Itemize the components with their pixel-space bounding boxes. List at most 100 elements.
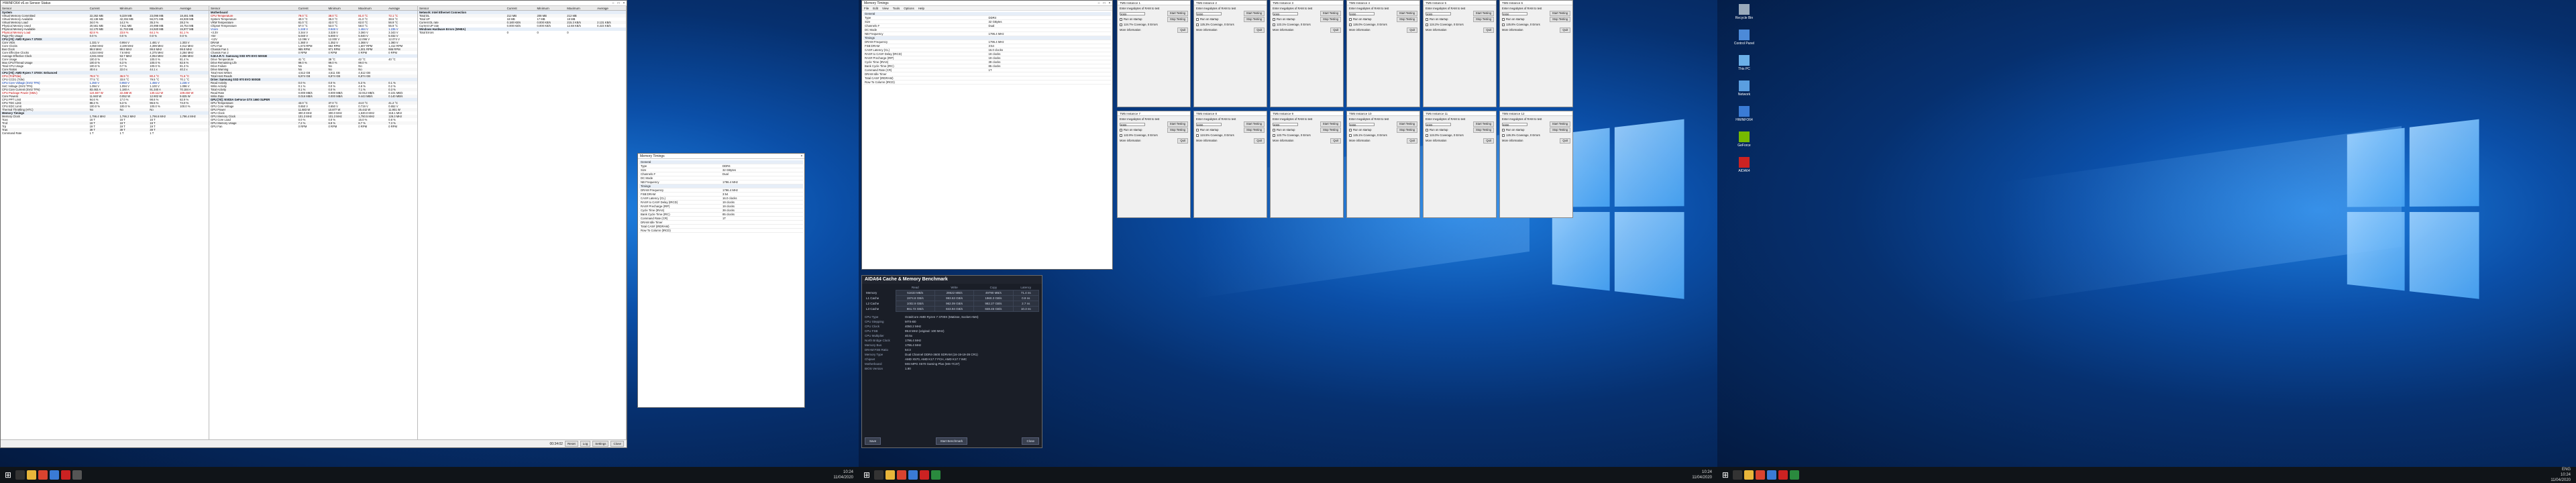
stress-instance-window[interactable]: TM5 Instance 4 Enter megabytes of RAM to … (1346, 0, 1420, 107)
more-information-label[interactable]: More information (1349, 139, 1370, 143)
hwinfo-window[interactable]: HWiNFO64 v6.xx Sensor Status – □ × Senso… (0, 0, 627, 448)
stress-instance-title[interactable]: TM5 Instance 9 (1271, 111, 1343, 116)
minimize-icon[interactable]: – (1096, 1, 1102, 5)
header-current[interactable]: Current (506, 6, 536, 10)
testmem-taskbar-icon[interactable] (1790, 470, 1799, 480)
header-maximum[interactable]: Maximum (357, 6, 387, 10)
stop-testing-button[interactable]: Stop Testing (1473, 127, 1494, 133)
hwinfo-taskbar-icon[interactable] (1767, 470, 1776, 480)
stress-instance-window[interactable]: TM5 Instance 10 Enter megabytes of RAM to… (1346, 111, 1420, 218)
stress-instance-window[interactable]: TM5 Instance 3 Enter megabytes of RAM to … (1270, 0, 1344, 107)
coverage-checkbox[interactable] (1273, 23, 1275, 26)
hwinfo-taskbar-icon[interactable] (908, 470, 918, 480)
sensor-row[interactable]: Total Errors 0 0 0 (418, 31, 626, 34)
system-tray-clock-1[interactable]: 10:24 11/04/2020 (833, 470, 856, 480)
aida-benchmark-window[interactable]: AIDA64 Cache & Memory Benchmark Read Wri… (861, 275, 1042, 448)
coverage-checkbox[interactable] (1349, 23, 1352, 26)
windows-start-icon[interactable]: ⊞ (861, 470, 872, 480)
header-minimum[interactable]: Minimum (118, 6, 148, 10)
coverage-checkbox[interactable] (1426, 134, 1428, 137)
stop-testing-button[interactable]: Stop Testing (1473, 17, 1494, 22)
coverage-checkbox[interactable] (1349, 134, 1352, 137)
header-average[interactable]: Average (178, 6, 209, 10)
ram-amount-input[interactable]: 2000 (1273, 12, 1298, 15)
start-testing-button[interactable]: Start Testing (1550, 11, 1570, 16)
more-information-label[interactable]: More information (1196, 139, 1217, 143)
coverage-checkbox[interactable] (1120, 134, 1122, 137)
start-testing-button[interactable]: Start Testing (1397, 121, 1417, 127)
menu-view[interactable]: View (882, 6, 889, 10)
quit-button[interactable]: Quit (1483, 138, 1494, 144)
run-on-startup-checkbox[interactable] (1426, 129, 1428, 131)
testmem-taskbar-icon[interactable] (931, 470, 941, 480)
coverage-checkbox[interactable] (1120, 23, 1122, 26)
stress-instance-window[interactable]: TM5 Instance 12 Enter megabytes of RAM to… (1499, 111, 1573, 218)
stress-instance-title[interactable]: TM5 Instance 8 (1194, 111, 1267, 116)
run-on-startup-checkbox[interactable] (1120, 18, 1122, 21)
log-button[interactable]: Log (580, 441, 591, 447)
menu-options[interactable]: Options (904, 6, 914, 10)
grid-row[interactable]: Row To Column (tRCD) (639, 229, 803, 233)
header-average[interactable]: Average (387, 6, 417, 10)
stress-instance-window[interactable]: TM5 Instance 8 Enter megabytes of RAM to … (1193, 111, 1267, 218)
explorer-icon[interactable] (1744, 470, 1754, 480)
system-tray-clock-3[interactable]: ENG 10:24 11/04/2020 (2551, 467, 2573, 483)
minimize-icon[interactable]: – (610, 1, 616, 5)
quit-button[interactable]: Quit (1483, 28, 1494, 33)
coverage-checkbox[interactable] (1426, 23, 1428, 26)
stress-instance-title[interactable]: TM5 Instance 12 (1500, 111, 1572, 116)
close-button[interactable]: Close (1022, 437, 1039, 445)
more-information-label[interactable]: More information (1502, 139, 1523, 143)
maximize-icon[interactable]: □ (1102, 1, 1107, 5)
coverage-checkbox[interactable] (1196, 23, 1199, 26)
chrome-icon[interactable] (897, 470, 906, 480)
explorer-icon[interactable] (885, 470, 895, 480)
start-testing-button[interactable]: Start Testing (1550, 121, 1570, 127)
run-on-startup-checkbox[interactable] (1273, 18, 1275, 21)
aida-taskbar-icon[interactable] (920, 470, 929, 480)
stop-testing-button[interactable]: Stop Testing (1244, 127, 1265, 133)
start-testing-button[interactable]: Start Testing (1473, 121, 1494, 127)
header-maximum[interactable]: Maximum (148, 6, 178, 10)
header-minimum[interactable]: Minimum (535, 6, 566, 10)
search-icon[interactable] (1733, 470, 1742, 480)
stress-instance-window[interactable]: TM5 Instance 1 Enter megabytes of RAM to … (1117, 0, 1191, 107)
stop-testing-button[interactable]: Stop Testing (1550, 127, 1570, 133)
timings-dialog[interactable]: Memory Timings × General Type DDR4 Size 32 G… (637, 153, 805, 408)
start-testing-button[interactable]: Start Testing (1167, 11, 1188, 16)
more-information-label[interactable]: More information (1273, 139, 1293, 143)
menu-tools[interactable]: Tools (893, 6, 900, 10)
ram-amount-input[interactable]: 2000 (1502, 12, 1527, 15)
hwinfo-titlebar[interactable]: HWiNFO64 v6.xx Sensor Status – □ × (1, 1, 627, 6)
stress-instance-window[interactable]: TM5 Instance 11 Enter megabytes of RAM to… (1423, 111, 1497, 218)
quit-button[interactable]: Quit (1177, 28, 1188, 33)
sensor-column-3[interactable]: Sensor Current Minimum Maximum Average N… (418, 6, 627, 448)
close-icon[interactable]: × (1107, 1, 1112, 5)
ram-amount-input[interactable]: 2000 (1273, 123, 1298, 126)
grid-row[interactable]: Row To Column (tRCD) (863, 80, 1111, 85)
stop-testing-button[interactable]: Stop Testing (1397, 127, 1417, 133)
ram-amount-input[interactable]: 2000 (1349, 123, 1375, 126)
aida-taskbar-icon[interactable] (1778, 470, 1788, 480)
start-testing-button[interactable]: Start Testing (1473, 11, 1494, 16)
ram-amount-input[interactable]: 2000 (1426, 123, 1451, 126)
stress-instance-title[interactable]: TM5 Instance 1 (1118, 1, 1190, 5)
run-on-startup-checkbox[interactable] (1196, 18, 1199, 21)
run-on-startup-checkbox[interactable] (1196, 129, 1199, 131)
ram-amount-input[interactable]: 2000 (1502, 123, 1527, 126)
chrome-icon[interactable] (38, 470, 48, 480)
stop-testing-button[interactable]: Stop Testing (1320, 127, 1341, 133)
sensor-row[interactable]: GPU Fan 0 RPM 0 RPM 0 RPM 0 RPM (209, 125, 417, 128)
chrome-icon[interactable] (1756, 470, 1765, 480)
quit-button[interactable]: Quit (1330, 28, 1341, 33)
desktop-shortcut[interactable]: GeForce (1731, 131, 1758, 148)
sensor-column-1[interactable]: Sensor Current Minimum Maximum Average S… (1, 6, 209, 448)
timings-dialog-titlebar[interactable]: Memory Timings × (638, 154, 804, 159)
more-information-label[interactable]: More information (1120, 139, 1140, 143)
stop-testing-button[interactable]: Stop Testing (1550, 17, 1570, 22)
header-sensor[interactable]: Sensor (418, 6, 506, 10)
quit-button[interactable]: Quit (1407, 28, 1417, 33)
stress-instance-window[interactable]: TM5 Instance 9 Enter megabytes of RAM to … (1270, 111, 1344, 218)
ram-amount-input[interactable]: 2000 (1120, 123, 1145, 126)
stress-instance-window[interactable]: TM5 Instance 2 Enter megabytes of RAM to … (1193, 0, 1267, 107)
